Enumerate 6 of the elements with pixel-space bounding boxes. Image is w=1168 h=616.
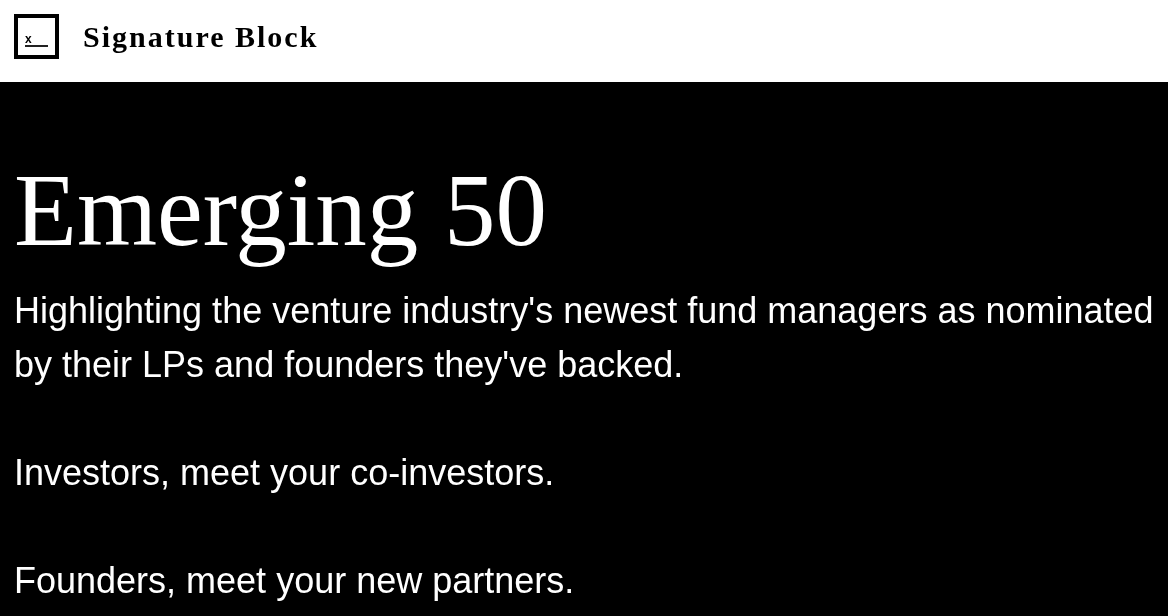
brand-name: Signature Block (83, 20, 319, 54)
hero-title: Emerging 50 (14, 152, 548, 268)
hero-paragraph: Highlighting the venture industry's newest fund managers as nominated by their LPs and founders they've backed. (14, 289, 1155, 387)
hero-paragraph: Founders, meet your new partners. (14, 559, 576, 603)
logo-mark: x (14, 13, 59, 59)
hero-paragraph: Investors, meet your co-investors. (14, 451, 556, 495)
